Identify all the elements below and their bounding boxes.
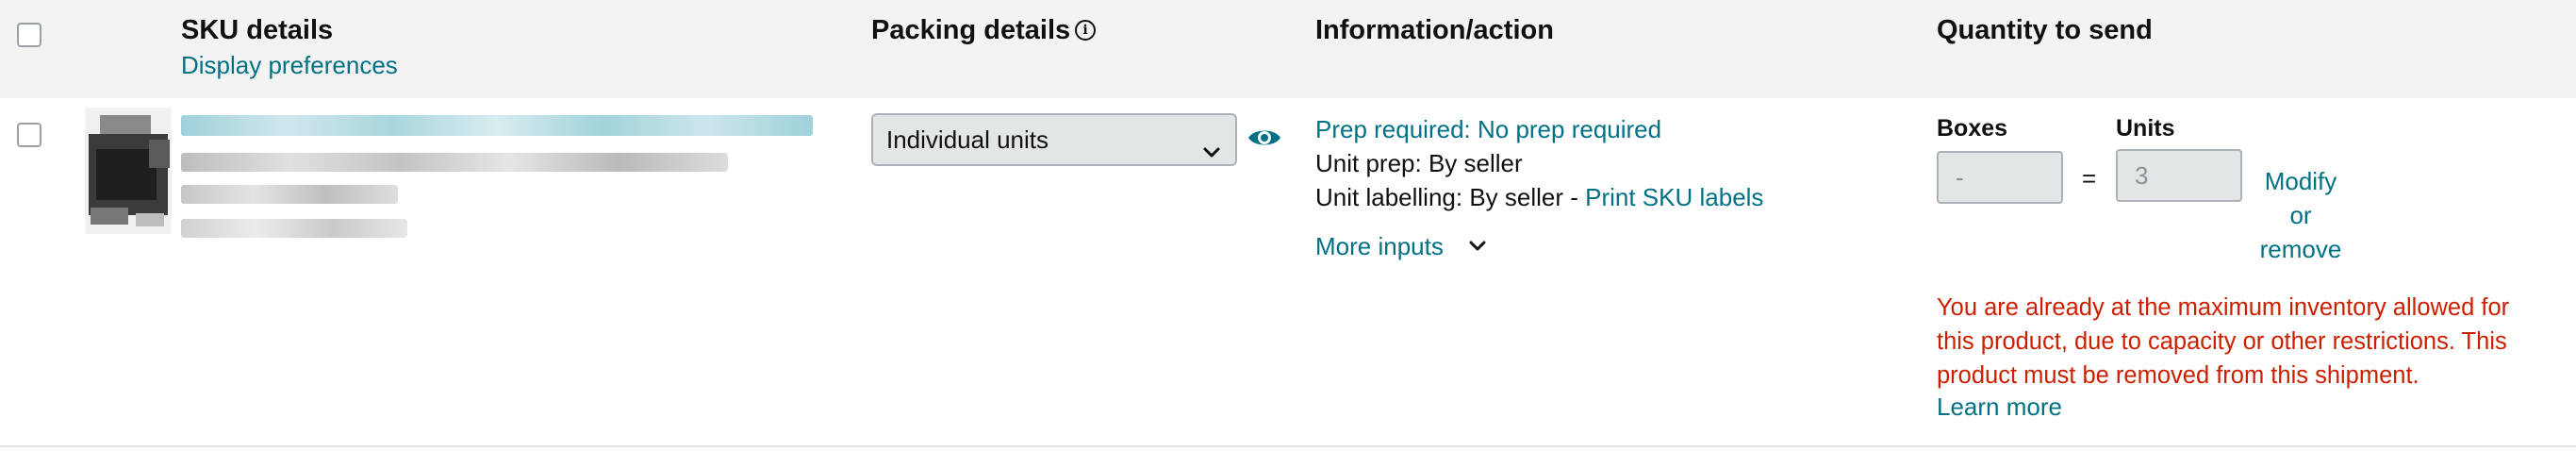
more-inputs-toggle[interactable]: More inputs (1315, 232, 1488, 263)
chevron-down-icon (1467, 234, 1488, 263)
product-thumbnail (79, 102, 177, 240)
eye-icon[interactable] (1247, 125, 1282, 156)
sku-line-redacted (181, 153, 728, 172)
info-icon[interactable]: i (1075, 20, 1096, 41)
boxes-label: Boxes (1937, 115, 2008, 142)
select-all-checkbox[interactable] (17, 23, 41, 47)
unit-labelling-text: Unit labelling: By seller - (1315, 183, 1586, 211)
information-action-header: Information/action (1315, 15, 1554, 45)
max-inventory-error: You are already at the maximum inventory… (1937, 294, 2510, 389)
boxes-input[interactable]: - (1937, 151, 2063, 204)
packing-details-select[interactable]: Individual units (871, 113, 1237, 166)
modify-text: Modify (2264, 167, 2337, 195)
sku-title-redacted (181, 115, 813, 136)
equals-sign: = (2082, 164, 2097, 192)
print-sku-labels-link[interactable]: Print SKU labels (1585, 183, 1763, 211)
learn-more-link[interactable]: Learn more (1937, 393, 2062, 422)
or-text: or (2289, 201, 2312, 229)
chevron-down-icon (1201, 130, 1222, 179)
modify-or-remove-link[interactable]: Modify or remove (2244, 164, 2357, 266)
unit-prep-text: Unit prep: By seller (1315, 149, 1523, 177)
packing-select-value: Individual units (886, 125, 1049, 154)
packing-details-header: Packing details (871, 15, 1071, 45)
row-checkbox[interactable] (17, 123, 41, 147)
prep-required-link[interactable]: Prep required: No prep required (1315, 115, 1661, 144)
table-header (0, 0, 2576, 98)
sku-line-redacted (181, 185, 398, 204)
display-preferences-link[interactable]: Display preferences (181, 51, 398, 80)
units-label: Units (2116, 115, 2175, 142)
remove-text: remove (2259, 235, 2342, 263)
row-divider (0, 445, 2576, 447)
sku-line-redacted (181, 219, 407, 238)
more-inputs-label: More inputs (1315, 232, 1444, 260)
sku-details-header: SKU details (181, 15, 334, 45)
unit-labelling-line: Unit labelling: By seller - Print SKU la… (1315, 183, 1763, 212)
units-input[interactable]: 3 (2116, 149, 2242, 202)
quantity-to-send-header: Quantity to send (1937, 15, 2153, 45)
